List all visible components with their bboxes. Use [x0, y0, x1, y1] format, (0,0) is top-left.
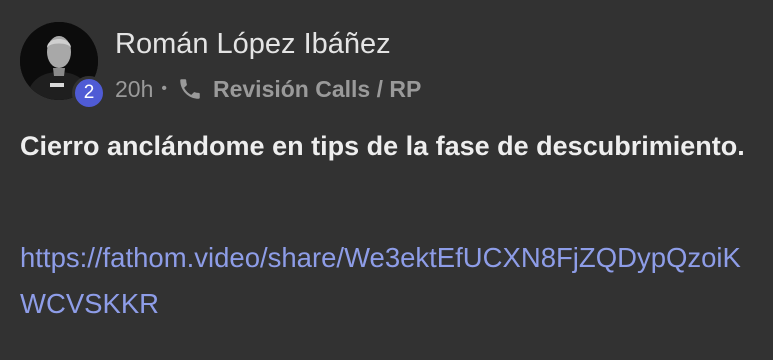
post-meta: 20h • Revisión Calls / RP	[115, 73, 421, 105]
post-card: 2 Román López Ibáñez 20h • Revisión Call…	[0, 0, 773, 360]
meta-separator: •	[161, 80, 167, 97]
author-avatar-group[interactable]: 2	[20, 22, 106, 110]
shared-video-link[interactable]: https://fathom.video/share/We3ektEfUCXN8…	[20, 235, 760, 327]
level-badge: 2	[72, 76, 106, 110]
post-time: 20h	[115, 75, 154, 102]
post-body: Cierro anclándome en tips de la fase de …	[20, 131, 745, 161]
category-link[interactable]: Revisión Calls / RP	[213, 76, 421, 103]
author-name[interactable]: Román López Ibáñez	[115, 26, 391, 62]
phone-icon	[177, 76, 203, 102]
